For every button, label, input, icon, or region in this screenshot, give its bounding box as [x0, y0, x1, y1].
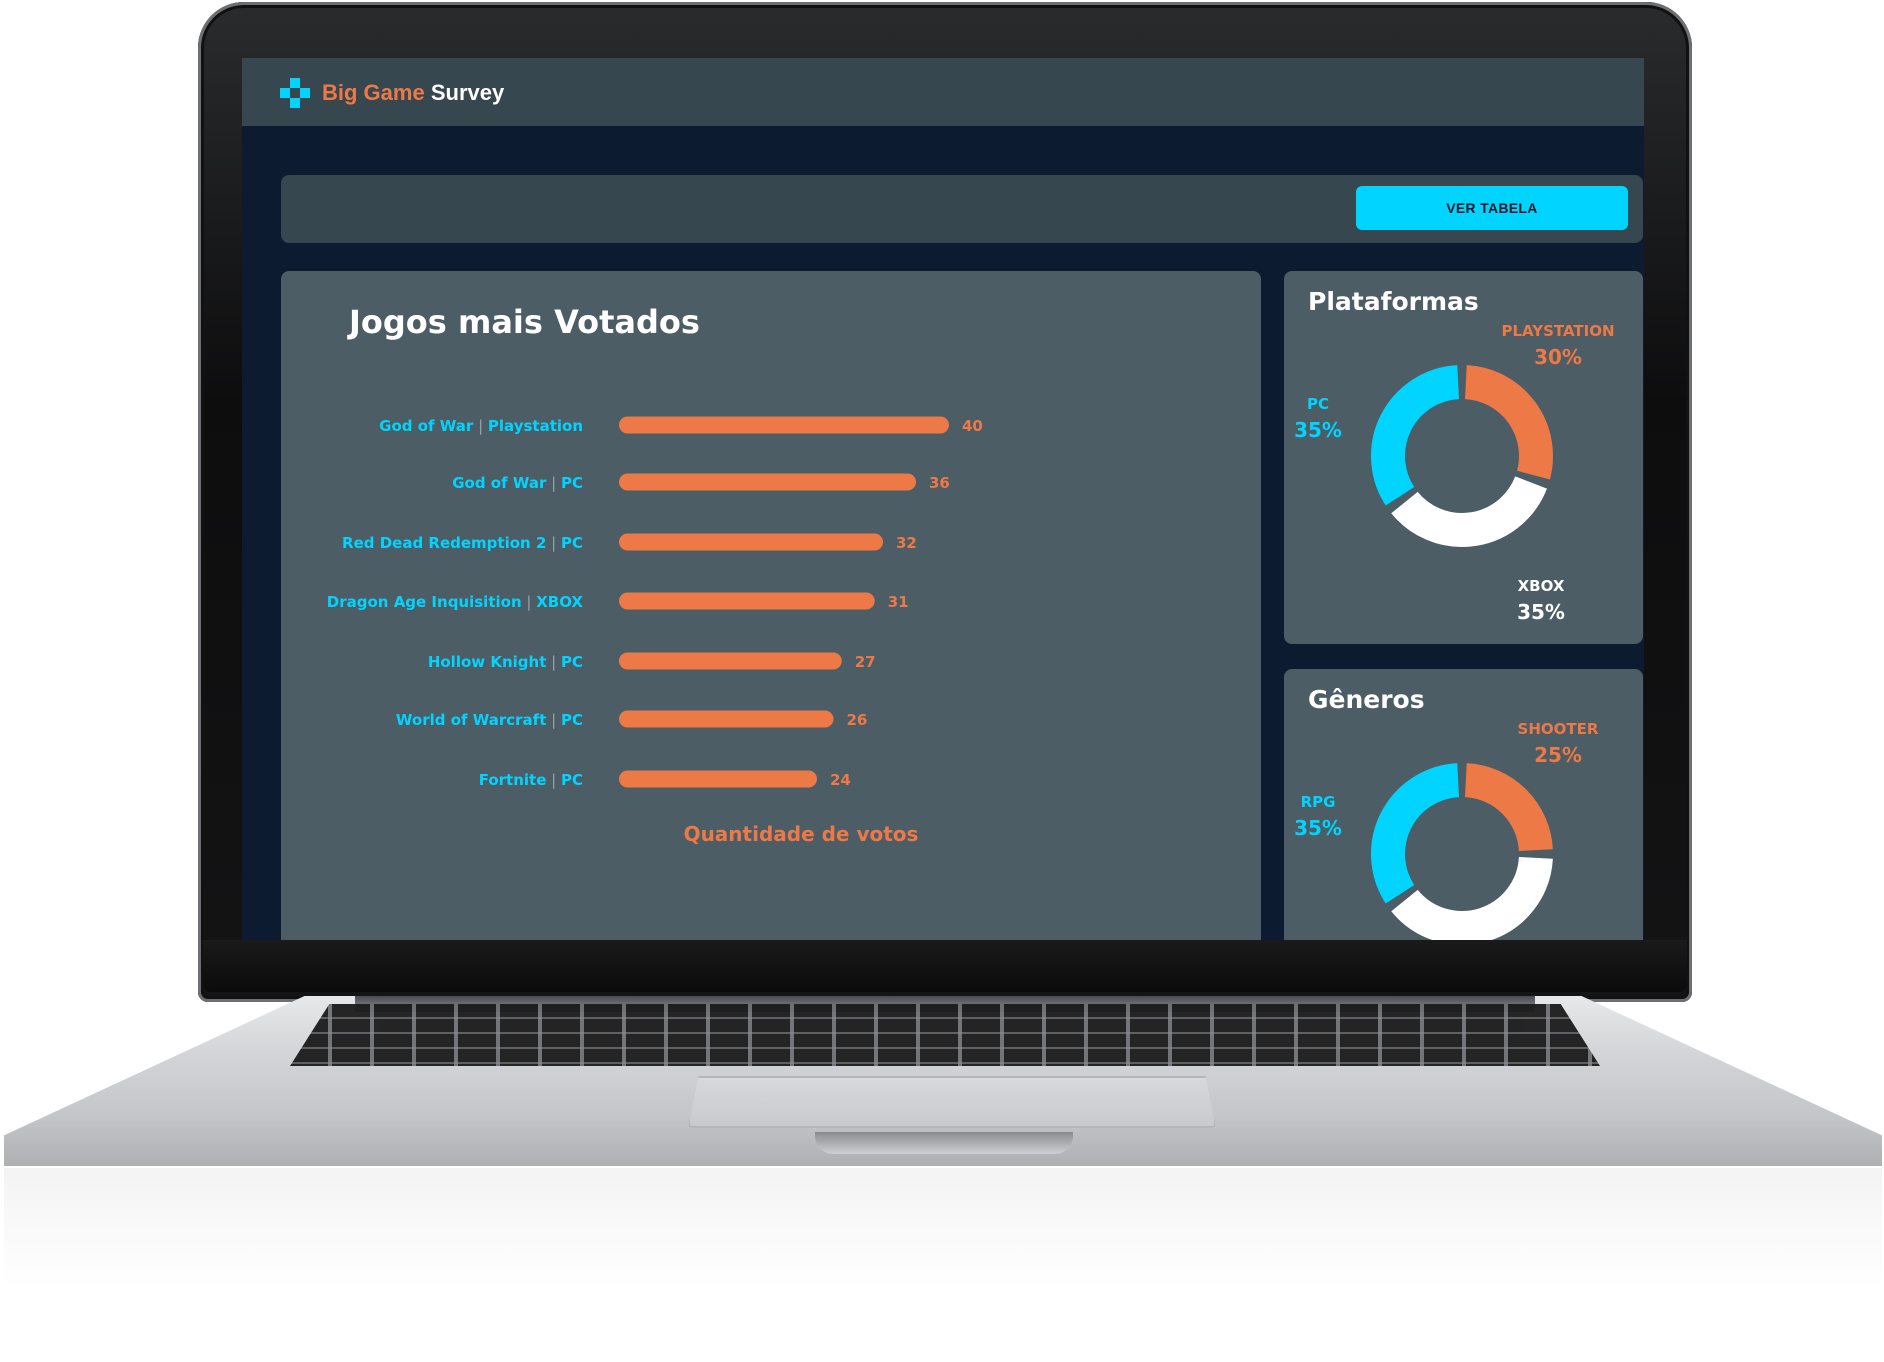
bar-value-label: 31	[888, 593, 909, 611]
bar	[619, 533, 883, 551]
bar-separator: |	[546, 474, 561, 492]
brand-name-part1: Big Game	[322, 80, 425, 105]
bar-separator: |	[546, 534, 561, 552]
bar-value-label: 27	[855, 653, 876, 671]
donut-slice-label: RPG	[1301, 793, 1336, 811]
view-table-button[interactable]: VER TABELA	[1356, 186, 1628, 230]
top-games-bar-chart: God of War | Playstation 40 God of War | P…	[327, 416, 983, 846]
donut-slice	[1391, 475, 1547, 547]
bar-category-label: Red Dead Redemption 2 | PC	[342, 534, 583, 552]
bar-game-name: Fortnite	[479, 771, 547, 789]
bar-platform-name: XBOX	[536, 593, 583, 611]
bar-category-label: Hollow Knight | PC	[428, 653, 583, 671]
donut-slice-percent: 30%	[1534, 345, 1582, 369]
bar-platform-name: PC	[561, 653, 583, 671]
bar-game-name: World of Warcraft	[396, 711, 547, 729]
laptop-screen: Big Game Survey VER TABELA Jogos mais Vo…	[242, 58, 1644, 940]
bar-value-label: 26	[847, 711, 868, 729]
bar-game-name: God of War	[452, 474, 547, 492]
donut-slice	[1464, 763, 1553, 852]
bar-separator: |	[546, 711, 561, 729]
donut-slice-percent: 35%	[1294, 816, 1342, 840]
top-games-card: Jogos mais Votados God of War | Playstat…	[281, 271, 1261, 940]
bar-separator: |	[546, 771, 561, 789]
donut-slice-percent: 25%	[1534, 743, 1582, 767]
laptop-keyboard	[290, 1004, 1600, 1066]
bar-value-label: 36	[929, 474, 950, 492]
donut-slice-label: PLAYSTATION	[1501, 322, 1614, 340]
donut-slice-percent: 35%	[1294, 418, 1342, 442]
donut-slice	[1464, 365, 1553, 480]
donut-slice	[1391, 856, 1553, 940]
bar-platform-name: PC	[561, 771, 583, 789]
genres-card: Gêneros SHOOTER 25% RPG 35%	[1284, 669, 1643, 940]
bar-separator: |	[473, 417, 488, 435]
bar	[619, 592, 875, 610]
bar	[619, 652, 842, 670]
bar-category-label: Dragon Age Inquisition | XBOX	[327, 593, 584, 611]
bar-value-label: 40	[962, 417, 983, 435]
x-axis-label: Quantidade de votos	[684, 822, 919, 846]
bar-separator: |	[546, 653, 561, 671]
laptop-bezel	[203, 940, 1687, 992]
bar-game-name: Dragon Age Inquisition	[327, 593, 522, 611]
filter-bar: VER TABELA	[281, 175, 1643, 243]
donut-slice-percent: 35%	[1517, 600, 1565, 624]
bar-value-label: 32	[896, 534, 917, 552]
genres-donut-chart: SHOOTER 25% RPG 35%	[1294, 720, 1599, 940]
bar-platform-name: Playstation	[488, 417, 583, 435]
bar-platform-name: PC	[561, 711, 583, 729]
bar-game-name: Red Dead Redemption 2	[342, 534, 546, 552]
donut-slice	[1371, 365, 1460, 506]
bar-game-name: Hollow Knight	[428, 653, 547, 671]
brand-logo[interactable]: Big Game Survey	[322, 80, 504, 106]
bar	[619, 416, 949, 434]
platforms-card: Plataformas PLAYSTATION 30% XBOX 35% PC 35%	[1284, 271, 1643, 644]
bar-separator: |	[522, 593, 537, 611]
bar-game-name: God of War	[379, 417, 474, 435]
bar-value-label: 24	[830, 771, 851, 789]
bar-platform-name: PC	[561, 534, 583, 552]
bar-category-label: God of War | PC	[452, 474, 583, 492]
bar	[619, 770, 817, 788]
donut-slice	[1371, 763, 1460, 904]
bar	[619, 473, 916, 491]
gamepad-cross-icon	[280, 78, 310, 108]
bar-category-label: World of Warcraft | PC	[396, 711, 583, 729]
bar-category-label: God of War | Playstation	[379, 417, 583, 435]
laptop-reflection	[4, 1168, 1882, 1288]
platforms-donut-chart: PLAYSTATION 30% XBOX 35% PC 35%	[1294, 322, 1614, 624]
laptop-opening-notch	[815, 1132, 1073, 1154]
bar-platform-name: PC	[561, 474, 583, 492]
donut-slice-label: PC	[1307, 395, 1329, 413]
bar	[619, 710, 834, 728]
laptop-trackpad	[688, 1076, 1216, 1128]
bar-category-label: Fortnite | PC	[479, 771, 583, 789]
donut-slice-label: SHOOTER	[1518, 720, 1599, 738]
brand-name-part2: Survey	[430, 80, 505, 105]
donut-slice-label: XBOX	[1518, 577, 1565, 595]
navbar: Big Game Survey	[242, 58, 1644, 126]
